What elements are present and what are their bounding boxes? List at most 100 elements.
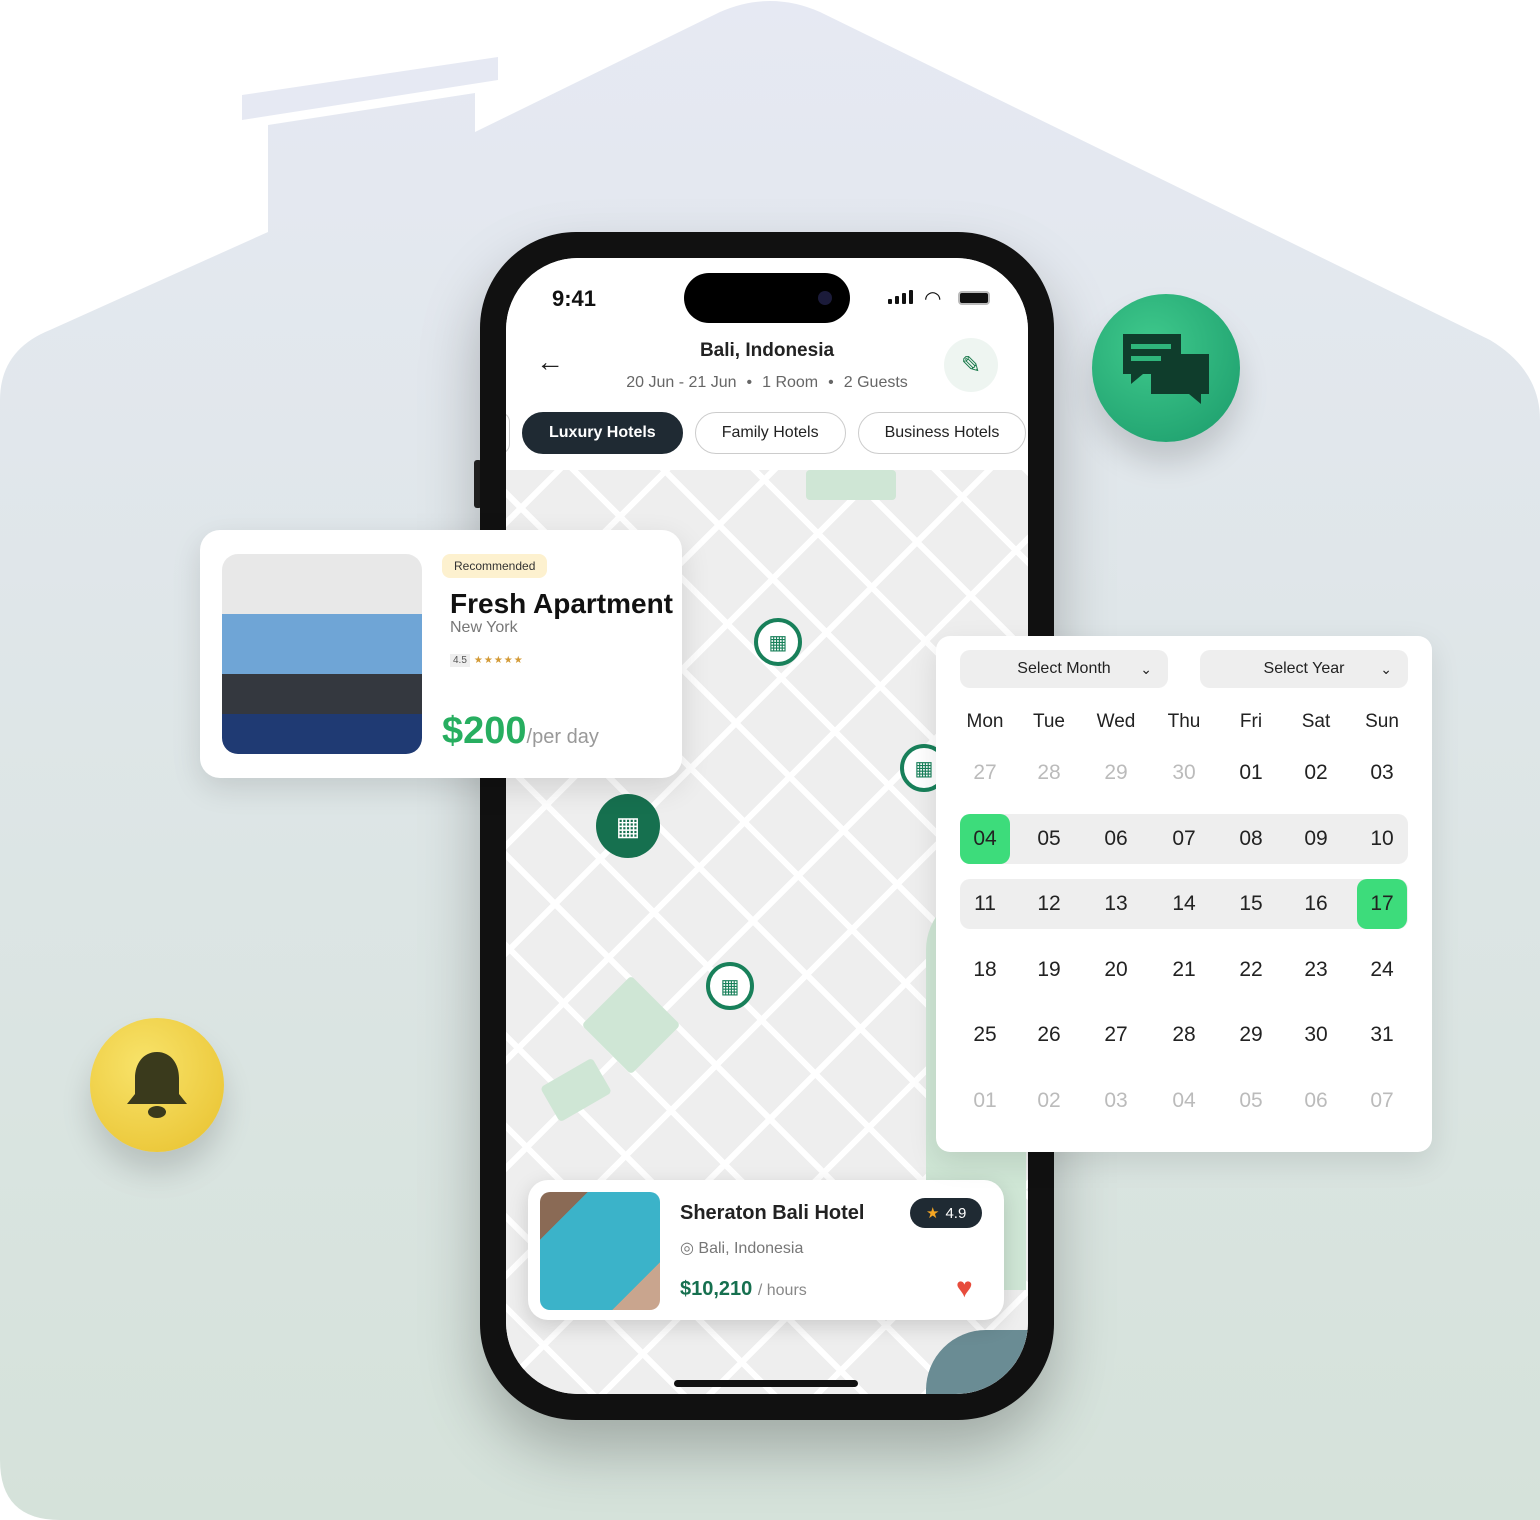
select-year-dropdown[interactable]: Select Year ⌄ — [1200, 650, 1408, 688]
calendar-day[interactable]: 02 — [1291, 748, 1341, 798]
map-water — [926, 1330, 1028, 1394]
calendar-day[interactable]: 04 — [960, 814, 1010, 864]
signal-icon — [888, 290, 913, 304]
chevron-down-icon: ⌄ — [1380, 660, 1392, 677]
star-icon: ★ — [926, 1205, 940, 1222]
wifi-icon: ◠ — [924, 288, 942, 310]
dynamic-island — [684, 273, 850, 323]
calendar-day[interactable]: 11 — [960, 879, 1010, 929]
calendar-day[interactable]: 13 — [1091, 879, 1141, 929]
notification-button[interactable] — [90, 1018, 224, 1152]
recommended-card[interactable]: Recommended Fresh Apartment New York 4.5… — [200, 530, 682, 778]
guests: 2 Guests — [843, 374, 908, 391]
hotel-card[interactable]: Sheraton Bali Hotel ◎ Bali, Indonesia $1… — [528, 1180, 1004, 1320]
calendar-day[interactable]: 22 — [1226, 945, 1276, 995]
camera-icon — [818, 291, 832, 305]
calendar-day[interactable]: 01 — [960, 1076, 1010, 1126]
calendar-day[interactable]: 25 — [960, 1010, 1010, 1060]
calendar-day[interactable]: 09 — [1291, 814, 1341, 864]
date-picker: Select Month ⌄ Select Year ⌄ Mon Tue Wed Thu F… — [936, 636, 1432, 1152]
calendar-day[interactable]: 10 — [1357, 814, 1407, 864]
hotel-pin-selected-icon[interactable]: ▦ — [596, 794, 660, 858]
calendar-day[interactable]: 04 — [1159, 1076, 1209, 1126]
calendar-day[interactable]: 20 — [1091, 945, 1141, 995]
weekday-label: Sun — [1365, 711, 1399, 732]
bell-icon — [127, 1052, 187, 1118]
hotel-pin-icon[interactable]: ▦ — [754, 618, 802, 666]
weekday-label: Wed — [1096, 711, 1136, 732]
calendar-day[interactable]: 19 — [1024, 945, 1074, 995]
calendar-day[interactable]: 23 — [1291, 945, 1341, 995]
calendar-day[interactable]: 14 — [1159, 879, 1209, 929]
chip-luxury-hotels[interactable]: Luxury Hotels — [522, 412, 683, 454]
weekday-label: Mon — [966, 711, 1004, 732]
home-indicator — [674, 1380, 858, 1387]
chat-button[interactable] — [1092, 294, 1240, 442]
hotel-price: $10,210 / hours — [680, 1278, 807, 1300]
weekday-label: Sat — [1301, 711, 1331, 732]
pencil-icon[interactable]: ✎ — [944, 338, 998, 392]
separator: • — [746, 374, 753, 391]
heart-icon[interactable]: ♥ — [956, 1272, 973, 1304]
calendar-day[interactable]: 12 — [1024, 879, 1074, 929]
hotel-name: Sheraton Bali Hotel — [680, 1202, 865, 1224]
calendar-day[interactable]: 27 — [1091, 1010, 1141, 1060]
calendar-day[interactable]: 06 — [1291, 1076, 1341, 1126]
status-time: 9:41 — [552, 286, 597, 311]
calendar-day[interactable]: 27 — [960, 748, 1010, 798]
calendar-day[interactable]: 29 — [1091, 748, 1141, 798]
calendar-day[interactable]: 28 — [1159, 1010, 1209, 1060]
calendar-day[interactable]: 07 — [1159, 814, 1209, 864]
map-park — [806, 470, 896, 500]
separator: • — [828, 374, 834, 391]
calendar-day[interactable]: 05 — [1024, 814, 1074, 864]
apartment-image — [222, 554, 422, 754]
dates: 20 Jun - 21 Jun — [626, 374, 737, 391]
chip-business-hotels[interactable]: Business Hotels — [857, 412, 1027, 454]
hotel-image — [540, 1192, 660, 1310]
select-month-dropdown[interactable]: Select Month ⌄ — [960, 650, 1168, 688]
calendar-day[interactable]: 03 — [1091, 1076, 1141, 1126]
chevron-down-icon: ⌄ — [1140, 660, 1152, 677]
rooms: 1 Room — [762, 374, 819, 391]
calendar-day[interactable]: 02 — [1024, 1076, 1074, 1126]
calendar-day[interactable]: 08 — [1226, 814, 1276, 864]
map-park — [540, 1057, 612, 1123]
calendar-day[interactable]: 24 — [1357, 945, 1407, 995]
recommended-badge: Recommended — [442, 554, 548, 578]
rating: 4.5 ★★★★★ — [450, 654, 524, 667]
apartment-price: $200/per day — [442, 710, 599, 752]
calendar-day[interactable]: 30 — [1159, 748, 1209, 798]
calendar-day[interactable]: 03 — [1357, 748, 1407, 798]
calendar-day[interactable]: 18 — [960, 945, 1010, 995]
weekday-label: Thu — [1167, 711, 1201, 732]
apartment-location: New York — [450, 619, 518, 636]
calendar-day[interactable]: 06 — [1091, 814, 1141, 864]
calendar-day[interactable]: 26 — [1024, 1010, 1074, 1060]
location-pin-icon: ◎ — [680, 1240, 699, 1257]
calendar-day[interactable]: 07 — [1357, 1076, 1407, 1126]
calendar-day[interactable]: 21 — [1159, 945, 1209, 995]
calendar-day[interactable]: 30 — [1291, 1010, 1341, 1060]
chat-icon — [1123, 334, 1209, 404]
hotel-pin-icon[interactable]: ▦ — [706, 962, 754, 1010]
apartment-title: Fresh Apartment — [450, 588, 674, 619]
chip-family-hotels[interactable]: Family Hotels — [694, 412, 846, 454]
hotel-location: ◎ Bali, Indonesia — [680, 1240, 804, 1257]
stars-icon: ★★★★★ — [473, 655, 524, 666]
calendar-day[interactable]: 05 — [1226, 1076, 1276, 1126]
weekday-label: Tue — [1032, 711, 1066, 732]
calendar-day[interactable]: 16 — [1291, 879, 1341, 929]
calendar-day[interactable]: 28 — [1024, 748, 1074, 798]
weekday-label: Fri — [1239, 711, 1263, 732]
calendar-day[interactable]: 01 — [1226, 748, 1276, 798]
calendar-day[interactable]: 31 — [1357, 1010, 1407, 1060]
map-park — [581, 975, 681, 1075]
rating-badge: ★ 4.9 — [910, 1198, 983, 1228]
calendar-day[interactable]: 15 — [1226, 879, 1276, 929]
calendar-day[interactable]: 29 — [1226, 1010, 1276, 1060]
category-chips: Luxury Hotels Family Hotels Business Hot… — [506, 412, 1027, 454]
chip-partial[interactable] — [506, 412, 510, 454]
calendar-day[interactable]: 17 — [1357, 879, 1407, 929]
battery-icon — [958, 291, 990, 305]
